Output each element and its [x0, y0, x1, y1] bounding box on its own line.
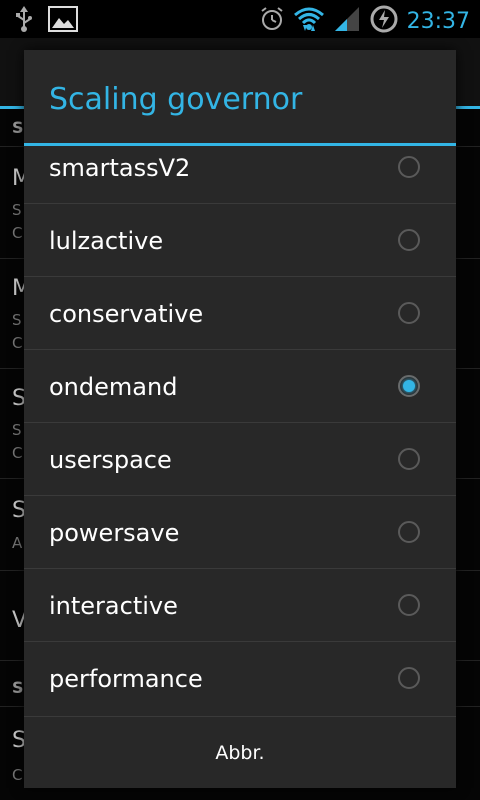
wifi-icon — [293, 5, 325, 37]
option-label: ondemand — [49, 373, 178, 401]
option-smartassv2[interactable]: smartassV2 — [24, 146, 456, 204]
status-bar: 23:37 — [0, 0, 480, 38]
option-label: smartassV2 — [49, 154, 191, 182]
option-ondemand[interactable]: ondemand — [24, 351, 456, 423]
option-label: performance — [49, 665, 203, 693]
radio-button[interactable] — [398, 156, 420, 178]
notification-icons — [14, 6, 78, 36]
option-label: interactive — [49, 592, 178, 620]
option-interactive[interactable]: interactive — [24, 570, 456, 642]
radio-button[interactable] — [398, 594, 420, 616]
image-icon — [48, 6, 78, 36]
radio-button-selected[interactable] — [398, 375, 420, 397]
governor-options-list[interactable]: smartassV2 lulzactive conservative ondem… — [24, 146, 456, 715]
background-item-sub: S — [12, 311, 22, 329]
radio-button[interactable] — [398, 448, 420, 470]
background-item-sub: C — [12, 224, 23, 242]
option-performance[interactable]: performance — [24, 643, 456, 715]
radio-button[interactable] — [398, 667, 420, 689]
background-item-title: S — [12, 678, 24, 697]
signal-icon — [333, 5, 361, 37]
scaling-governor-dialog: Scaling governor smartassV2 lulzactive c… — [24, 50, 456, 788]
cancel-button[interactable]: Abbr. — [24, 717, 456, 789]
background-item-sub: S — [12, 421, 22, 439]
background-item-sub: S — [12, 201, 22, 219]
option-label: conservative — [49, 300, 204, 328]
radio-button[interactable] — [398, 229, 420, 251]
background-item-sub: C — [12, 334, 23, 352]
option-userspace[interactable]: userspace — [24, 424, 456, 496]
background-item-sub: C — [12, 766, 23, 784]
dialog-footer: Abbr. — [24, 716, 456, 788]
system-icons: 23:37 — [259, 4, 470, 38]
alarm-icon — [259, 6, 285, 36]
radio-button[interactable] — [398, 521, 420, 543]
usb-icon — [14, 6, 34, 36]
battery-charging-icon — [369, 4, 399, 38]
option-label: powersave — [49, 519, 180, 547]
option-label: lulzactive — [49, 227, 164, 255]
clock: 23:37 — [406, 8, 470, 34]
option-conservative[interactable]: conservative — [24, 278, 456, 350]
background-item-title: S — [12, 118, 24, 137]
background-item-sub: A — [12, 534, 23, 552]
option-lulzactive[interactable]: lulzactive — [24, 205, 456, 277]
dialog-title: Scaling governor — [24, 50, 456, 146]
option-powersave[interactable]: powersave — [24, 497, 456, 569]
option-label: userspace — [49, 446, 172, 474]
background-item-sub: C — [12, 444, 23, 462]
radio-button[interactable] — [398, 302, 420, 324]
